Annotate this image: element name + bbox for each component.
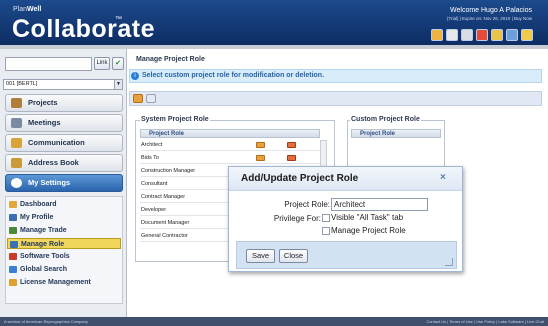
project-select[interactable]: 001 [BERTL] [3, 79, 123, 90]
privilege-label: Privilege For: [273, 214, 321, 223]
refresh-icon[interactable] [146, 94, 156, 103]
projects-icon [11, 98, 22, 108]
mail-icon[interactable] [491, 29, 503, 41]
brand-small: PlanWell [13, 6, 42, 13]
project-role-input[interactable]: Architect [331, 198, 428, 211]
save-icon[interactable] [506, 29, 518, 41]
manage-project-role-label: Manage Project Role [331, 226, 406, 235]
edit-icon[interactable] [256, 155, 265, 161]
save-button[interactable]: Save [246, 249, 275, 263]
address-book-icon [11, 158, 22, 168]
project-role-label: Project Role: [284, 200, 330, 209]
trade-icon [9, 227, 17, 234]
submenu-manage-trade[interactable]: Manage Trade [7, 225, 121, 236]
role-icon [10, 241, 18, 248]
nav-meetings[interactable]: Meetings [5, 114, 123, 132]
visible-all-task-label: Visible "All Task" tab [331, 213, 404, 222]
nav-communication[interactable]: Communication [5, 134, 123, 152]
submenu-dashboard[interactable]: Dashboard [7, 199, 121, 210]
custom-role-legend: Custom Project Role [350, 116, 421, 123]
role-toolbar [129, 91, 542, 106]
system-role-column-header: Project Role [140, 129, 320, 138]
submenu-manage-role[interactable]: Manage Role [7, 238, 121, 249]
brand-logo: Collaborate [12, 15, 156, 43]
submenu-my-profile[interactable]: My Profile [7, 212, 121, 223]
submenu-license-management[interactable]: License Management [7, 277, 121, 288]
footer-links[interactable]: Contact Us | Terms of Use | Use Policy |… [426, 317, 544, 326]
info-circle-icon: i [131, 72, 139, 80]
license-icon [9, 279, 17, 286]
submenu-software-tools[interactable]: Software Tools [7, 251, 121, 262]
print-icon[interactable] [461, 29, 473, 41]
brand-trademark: ™ [115, 16, 122, 23]
dialog-title: Add/Update Project Role [241, 173, 359, 184]
trial-expire-text[interactable]: [Trial] | Expire on: Nov 26, 2010 | Buy … [400, 16, 532, 21]
add-role-icon[interactable] [133, 94, 143, 103]
edit-icon[interactable] [256, 142, 265, 148]
settings-icon [11, 178, 22, 188]
nav-projects[interactable]: Projects [5, 94, 123, 112]
delete-icon[interactable] [287, 155, 296, 161]
go-button[interactable]: ✔ [112, 57, 124, 70]
close-icon[interactable] [476, 29, 488, 41]
nav-address-book[interactable]: Address Book [5, 154, 123, 172]
link-button[interactable]: Link [94, 57, 110, 70]
close-icon[interactable]: × [440, 172, 446, 183]
close-button[interactable]: Close [279, 249, 308, 263]
resize-grip-icon[interactable] [445, 258, 453, 266]
manage-project-role-checkbox[interactable] [322, 227, 330, 235]
info-icon[interactable] [521, 29, 533, 41]
help-icon[interactable] [431, 29, 443, 41]
delete-icon[interactable] [287, 142, 296, 148]
page-title: Manage Project Role [136, 56, 205, 63]
visible-all-task-checkbox[interactable] [322, 214, 330, 222]
communication-icon [11, 138, 22, 148]
table-row[interactable]: Architect [140, 140, 320, 151]
dashboard-icon [9, 201, 17, 208]
chevron-down-icon[interactable]: ▼ [114, 80, 122, 89]
system-role-legend: System Project Role [140, 116, 210, 123]
tools-icon [9, 253, 17, 260]
info-banner: Select custom project role for modificat… [129, 69, 542, 83]
welcome-text: Welcome Hugo A Palacios [450, 7, 532, 14]
nav-my-settings[interactable]: My Settings [5, 174, 123, 192]
home-icon[interactable] [446, 29, 458, 41]
search-icon [9, 266, 17, 273]
table-row[interactable]: Bids To [140, 153, 320, 164]
meetings-icon [11, 118, 22, 128]
footer-company: A service of American Reprographics Comp… [4, 319, 88, 324]
profile-icon [9, 214, 17, 221]
search-input[interactable] [5, 57, 92, 71]
submenu-global-search[interactable]: Global Search [7, 264, 121, 275]
custom-role-column-header: Project Role [351, 129, 441, 138]
